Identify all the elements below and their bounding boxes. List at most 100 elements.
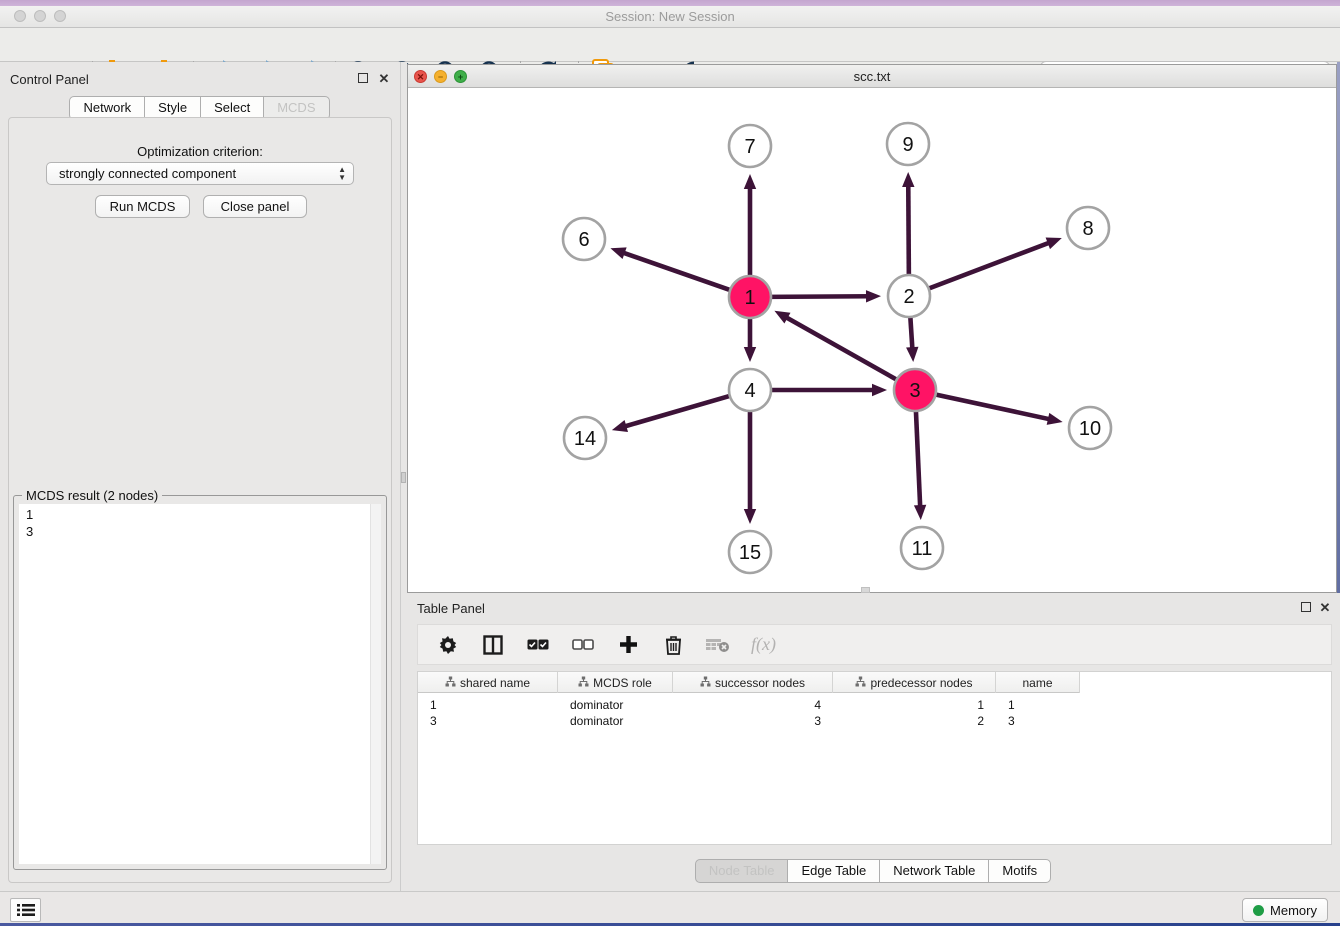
minimize-network-icon[interactable]: − [434,70,447,83]
delete-row-icon[interactable] [661,633,685,657]
optimization-criterion-label: Optimization criterion: [9,144,391,159]
node-label-14: 14 [574,428,596,450]
table-settings-icon[interactable] [436,633,460,657]
node-label-7: 7 [744,136,755,158]
table-cell[interactable]: 3 [996,713,1080,729]
mcds-result-group: MCDS result (2 nodes) 13 [13,495,387,870]
table-cell[interactable]: 1 [996,697,1080,713]
minimize-window-button[interactable] [34,10,46,22]
table-panel-tabs: Node TableEdge TableNetwork TableMotifs [407,859,1340,883]
run-mcds-button[interactable]: Run MCDS [95,195,190,218]
close-panel-button[interactable]: Close panel [203,195,307,218]
criterion-value: strongly connected component [59,166,236,181]
maximize-network-icon[interactable]: + [454,70,467,83]
node-label-10: 10 [1079,418,1101,440]
edge-arrowhead [906,347,918,362]
network-window-titlebar: ✕ − + scc.txt [408,65,1336,88]
show-columns-icon[interactable] [481,633,505,657]
vertical-splitter-handle[interactable] [401,472,406,483]
result-line: 3 [26,523,381,540]
result-line: 1 [26,506,381,523]
edge-arrowhead [866,290,881,302]
dropdown-stepper-icon: ▲▼ [338,166,346,182]
node-label-6: 6 [578,229,589,251]
column-header-successor-nodes[interactable]: successor nodes [673,672,833,693]
task-history-button[interactable] [10,898,41,922]
application-window: Session: New Session [0,0,1340,926]
float-table-panel-icon[interactable] [1301,602,1313,614]
list-icon [17,903,35,917]
network-canvas[interactable]: 7968124314101511 [408,88,1336,592]
column-header-label: predecessor nodes [870,676,972,690]
table-cell[interactable]: dominator [558,697,673,713]
node-label-3: 3 [909,380,920,402]
edge-2-8[interactable] [926,241,1053,289]
edge-3-10[interactable] [933,394,1053,420]
edge-3-1[interactable] [783,316,899,382]
tab-network-table[interactable]: Network Table [879,859,989,883]
edge-1-2[interactable] [768,296,871,297]
table-cell[interactable]: 4 [673,697,833,713]
edge-2-9[interactable] [908,182,909,278]
table-cell[interactable]: 1 [833,697,996,713]
table-panel-title: Table Panel [417,601,485,616]
network-view-window: ✕ − + scc.txt 7968124314101511 [407,64,1337,593]
node-label-1: 1 [744,287,755,309]
column-header-shared-name[interactable]: shared name [418,672,558,693]
mcds-tab-content: Optimization criterion: strongly connect… [8,117,392,883]
edge-arrowhead [902,172,914,187]
table-cell[interactable]: dominator [558,713,673,729]
table-cell[interactable]: 3 [418,713,558,729]
table-toolbar: f(x) [417,624,1332,665]
edge-arrowhead [1046,237,1062,249]
delete-table-icon-disabled [706,633,730,657]
close-panel-icon[interactable]: ✕ [378,73,390,85]
namespace-icon [855,676,866,690]
table-cell[interactable]: 1 [418,697,558,713]
close-network-icon[interactable]: ✕ [414,70,427,83]
column-header-name[interactable]: name [996,672,1080,693]
float-panel-icon[interactable] [358,73,370,85]
edge-4-14[interactable] [621,395,732,427]
clear-all-columns-icon[interactable] [571,633,595,657]
result-scrollbar[interactable] [370,504,381,864]
column-header-label: shared name [460,676,530,690]
zoom-window-button[interactable] [54,10,66,22]
tab-node-table[interactable]: Node Table [695,859,789,883]
node-label-2: 2 [903,286,914,308]
column-header-label: successor nodes [715,676,805,690]
node-table[interactable]: shared name MCDS role successor nodes prede… [417,671,1332,845]
table-cell[interactable]: 2 [833,713,996,729]
edge-arrowhead [872,384,887,396]
memory-status-icon [1253,905,1264,916]
edge-arrowhead [914,505,926,520]
edge-3-11[interactable] [916,408,921,510]
tab-edge-table[interactable]: Edge Table [787,859,880,883]
network-window-title: scc.txt [408,65,1336,88]
table-cell[interactable]: 3 [673,713,833,729]
column-header-predecessor-nodes[interactable]: predecessor nodes [833,672,996,693]
function-builder-icon-disabled: f(x) [751,634,776,655]
node-label-8: 8 [1082,218,1093,240]
main-titlebar: Session: New Session [0,6,1340,28]
control-panel-title: Control Panel [10,72,89,87]
node-label-15: 15 [739,542,761,564]
column-header-label: MCDS role [593,676,652,690]
edge-arrowhead [744,509,756,524]
edge-2-3[interactable] [910,314,912,352]
namespace-icon [445,676,456,690]
criterion-dropdown[interactable]: strongly connected component ▲▼ [46,162,354,185]
close-table-panel-icon[interactable]: ✕ [1319,602,1331,614]
column-header-MCDS-role[interactable]: MCDS role [558,672,673,693]
close-window-button[interactable] [14,10,26,22]
edge-1-6[interactable] [620,252,733,292]
status-bar: Memory [0,891,1340,923]
add-row-icon[interactable] [616,633,640,657]
edge-arrowhead [744,347,756,362]
edge-arrowhead [612,420,628,432]
namespace-icon [700,676,711,690]
select-all-columns-icon[interactable] [526,633,550,657]
tab-motifs[interactable]: Motifs [988,859,1051,883]
memory-button[interactable]: Memory [1242,898,1328,922]
mcds-result-textarea[interactable]: 13 [19,504,381,864]
